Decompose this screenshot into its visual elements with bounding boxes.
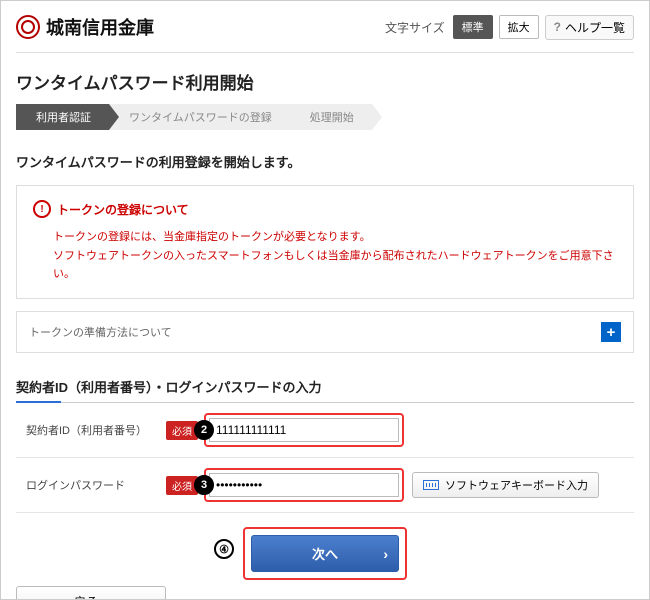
brand-name: 城南信用金庫 bbox=[46, 14, 154, 40]
password-input[interactable] bbox=[209, 473, 399, 497]
password-label: ログインパスワード bbox=[26, 477, 166, 493]
keyboard-icon bbox=[423, 480, 439, 490]
step-2: ワンタイムパスワードの登録 bbox=[109, 104, 290, 130]
plus-icon: + bbox=[601, 322, 621, 342]
step-3: 処理開始 bbox=[290, 104, 372, 130]
row-password: ログインパスワード 必須 3 ソフトウェアキーボード入力 bbox=[16, 458, 634, 513]
contract-id-input[interactable] bbox=[209, 418, 399, 442]
back-button[interactable]: 戻る bbox=[16, 586, 166, 600]
next-highlight: 次へ bbox=[243, 527, 407, 580]
help-button[interactable]: ?ヘルプ一覧 bbox=[545, 15, 634, 40]
submit-area: ④ 次へ bbox=[16, 527, 634, 580]
text-size-standard-button[interactable]: 標準 bbox=[453, 15, 493, 39]
section-lead: ワンタイムパスワードの利用登録を開始します。 bbox=[16, 152, 634, 171]
step-indicator: 利用者認証 ワンタイムパスワードの登録 処理開始 bbox=[16, 104, 634, 130]
annotation-3: 3 bbox=[194, 475, 214, 495]
next-button[interactable]: 次へ bbox=[251, 535, 399, 572]
annotation-4: ④ bbox=[214, 539, 234, 559]
text-size-label: 文字サイズ bbox=[385, 19, 445, 36]
form-heading: 契約者ID（利用者番号）・ログインパスワードの入力 bbox=[16, 377, 634, 403]
token-prep-expand[interactable]: トークンの準備方法について + bbox=[16, 311, 634, 353]
top-controls: 文字サイズ 標準 拡大 ?ヘルプ一覧 bbox=[385, 15, 634, 40]
notice-body: トークンの登録には、当金庫指定のトークンが必要となります。 ソフトウェアトークン… bbox=[33, 228, 617, 284]
top-bar: 城南信用金庫 文字サイズ 標準 拡大 ?ヘルプ一覧 bbox=[16, 9, 634, 53]
text-size-large-button[interactable]: 拡大 bbox=[499, 15, 539, 39]
brand: 城南信用金庫 bbox=[16, 14, 154, 40]
brand-logo-icon bbox=[16, 15, 40, 39]
page-title: ワンタイムパスワード利用開始 bbox=[16, 69, 634, 94]
annotation-2: 2 bbox=[194, 420, 214, 440]
question-icon: ? bbox=[554, 20, 561, 34]
software-keyboard-button[interactable]: ソフトウェアキーボード入力 bbox=[412, 472, 599, 498]
expand-label: トークンの準備方法について bbox=[29, 324, 172, 340]
contract-id-label: 契約者ID（利用者番号） bbox=[26, 422, 166, 438]
step-1: 利用者認証 bbox=[16, 104, 109, 130]
contract-id-highlight bbox=[204, 413, 404, 447]
bottom-row: 戻る bbox=[16, 586, 634, 600]
password-highlight bbox=[204, 468, 404, 502]
notice-box: トークンの登録について トークンの登録には、当金庫指定のトークンが必要となります… bbox=[16, 185, 634, 299]
row-contract-id: 契約者ID（利用者番号） 必須 2 bbox=[16, 403, 634, 458]
notice-title: トークンの登録について bbox=[33, 200, 617, 218]
